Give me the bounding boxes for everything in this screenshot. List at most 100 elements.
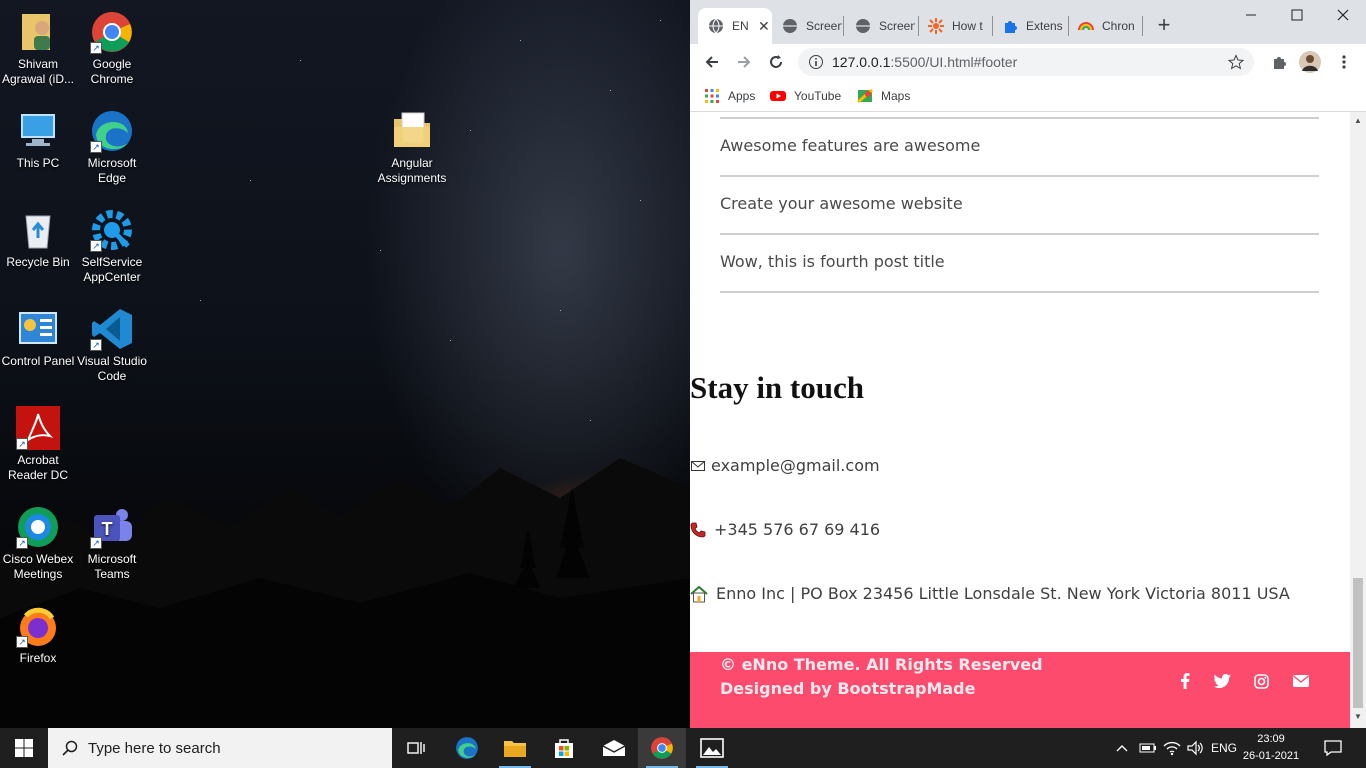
puzzle-icon xyxy=(1274,57,1286,69)
task-view-button[interactable] xyxy=(392,728,440,768)
taskbar-edge[interactable] xyxy=(443,728,491,768)
phone-icon xyxy=(690,522,706,538)
bookmark-maps[interactable]: Maps xyxy=(857,85,910,107)
desktop-icon-acrobat[interactable]: ↗ Acrobat Reader DC xyxy=(0,406,76,483)
desktop-icon-this-pc[interactable]: This PC xyxy=(0,109,76,171)
twitter-icon[interactable] xyxy=(1211,670,1233,692)
arrow-right-icon xyxy=(738,56,751,68)
shortcut-arrow-icon: ↗ xyxy=(90,141,102,153)
mail-icon xyxy=(602,740,626,756)
scrollbar-thumb[interactable] xyxy=(1353,578,1363,708)
desktop-icon-selfservice[interactable]: ↗ SelfService AppCenter xyxy=(74,208,150,285)
desktop-icon-angular-assignments[interactable]: Angular Assignments xyxy=(374,109,450,186)
shortcut-arrow-icon: ↗ xyxy=(90,339,102,351)
contact-phone[interactable]: +345 576 67 69 416 xyxy=(690,520,880,539)
computer-icon xyxy=(16,109,60,153)
tab-chrome[interactable]: Chron xyxy=(1068,8,1142,44)
desktop-icon-teams[interactable]: T ↗ Microsoft Teams xyxy=(74,505,150,582)
contact-email-text: example@gmail.com xyxy=(711,456,880,475)
bookmark-apps[interactable]: Apps xyxy=(704,85,755,107)
new-tab-plus-icon[interactable]: + xyxy=(1152,14,1176,38)
url-path: :5500/UI.html#footer xyxy=(890,54,1018,70)
kebab-menu-icon xyxy=(1342,55,1346,69)
speaker-icon xyxy=(1187,740,1203,756)
tab-label: How t xyxy=(952,19,983,33)
clock-time: 23:09 xyxy=(1257,733,1285,745)
bookmarks-bar: Apps YouTube Maps xyxy=(690,80,1366,112)
scroll-down-arrow-icon[interactable]: ▼ xyxy=(1354,712,1362,721)
envelope-icon[interactable] xyxy=(1290,670,1312,692)
facebook-icon[interactable] xyxy=(1174,670,1196,692)
desktop-icon-recycle-bin[interactable]: Recycle Bin xyxy=(0,208,76,270)
chrome-menu-button[interactable] xyxy=(1330,48,1358,76)
instagram-icon[interactable] xyxy=(1250,670,1272,692)
desktop-icon-firefox[interactable]: ↗ Firefox xyxy=(0,604,76,666)
maximize-button[interactable] xyxy=(1274,0,1320,30)
clock-date: 26-01-2021 xyxy=(1242,750,1300,762)
taskbar-photos[interactable] xyxy=(688,728,736,768)
taskbar-search-box[interactable]: Type here to search xyxy=(48,728,392,768)
contact-email[interactable]: example@gmail.com xyxy=(690,456,880,475)
battery-button[interactable] xyxy=(1136,728,1160,768)
desktop-icon-label: Control Panel xyxy=(1,354,75,368)
start-button[interactable] xyxy=(0,728,48,768)
tab-how-to[interactable]: How t xyxy=(918,8,990,44)
wifi-icon xyxy=(1163,741,1181,756)
footer-credit[interactable]: Designed by BootstrapMade xyxy=(720,679,975,698)
contact-phone-text: +345 576 67 69 416 xyxy=(714,520,881,539)
reload-button[interactable] xyxy=(762,48,790,76)
tab-extensions[interactable]: Extens xyxy=(992,8,1066,44)
desktop-icon-label: Microsoft Teams xyxy=(87,552,137,581)
action-center-button[interactable] xyxy=(1318,728,1348,768)
post-link[interactable]: Create your awesome website xyxy=(720,194,963,213)
url-host: 127.0.0.1 xyxy=(832,54,891,70)
desktop-icon-google-chrome[interactable]: ↗ Google Chrome xyxy=(74,10,150,87)
sun-icon xyxy=(928,18,944,34)
post-link[interactable]: Awesome features are awesome xyxy=(720,136,980,155)
volume-button[interactable] xyxy=(1184,728,1208,768)
desktop-icon-user-folder[interactable]: Shivam Agrawal (iD... xyxy=(0,10,76,87)
desktop-icon-vscode[interactable]: ↗ Visual Studio Code xyxy=(74,307,150,384)
search-placeholder: Type here to search xyxy=(88,739,221,757)
scroll-up-arrow-icon[interactable]: ▲ xyxy=(1354,116,1362,125)
folder-icon xyxy=(504,741,526,757)
puzzle-icon xyxy=(1005,21,1017,33)
minimize-icon xyxy=(1246,14,1256,16)
tab-enno[interactable]: EN ✕ xyxy=(698,8,772,44)
close-window-button[interactable] xyxy=(1320,0,1366,30)
taskbar-clock[interactable]: 23:09 26-01-2021 xyxy=(1240,731,1302,765)
desktop-icon-webex[interactable]: ↗ Cisco Webex Meetings xyxy=(0,505,76,582)
network-button[interactable] xyxy=(1160,728,1184,768)
close-tab-icon[interactable]: ✕ xyxy=(758,18,770,35)
tab-label: Extens xyxy=(1026,19,1063,33)
bookmark-youtube[interactable]: YouTube xyxy=(770,85,841,107)
desktop: Shivam Agrawal (iD... This PC Recycle Bi… xyxy=(0,0,690,728)
bookmark-star-icon[interactable] xyxy=(1228,54,1244,70)
desktop-icon-edge[interactable]: ↗ Microsoft Edge xyxy=(74,109,150,186)
desktop-icon-label: Cisco Webex Meetings xyxy=(2,552,74,581)
browser-toolbar: 127.0.0.1:5500/UI.html#footer xyxy=(690,44,1366,80)
input-language[interactable]: ENG xyxy=(1208,728,1240,768)
desktop-icon-label: Acrobat Reader DC xyxy=(7,453,69,482)
taskbar-mail[interactable] xyxy=(590,728,638,768)
tab-strip: EN ✕ Screen Screen How t Extens Chron + xyxy=(690,0,1366,44)
extensions-button[interactable] xyxy=(1266,48,1294,76)
taskbar-store[interactable] xyxy=(540,728,588,768)
taskbar: Type here to search ENG 23:09 26-01-2021 xyxy=(0,728,1366,768)
show-hidden-icons-button[interactable] xyxy=(1112,728,1132,768)
back-button[interactable] xyxy=(698,48,726,76)
tab-screen-1[interactable]: Screen xyxy=(772,8,842,44)
taskbar-file-explorer[interactable] xyxy=(491,728,539,768)
minimize-button[interactable] xyxy=(1228,0,1274,30)
desktop-icon-control-panel[interactable]: Control Panel xyxy=(0,307,76,369)
forward-button[interactable] xyxy=(730,48,758,76)
shortcut-arrow-icon: ↗ xyxy=(16,636,28,648)
taskbar-chrome[interactable] xyxy=(638,728,686,768)
tab-label: Screen xyxy=(879,19,915,33)
task-view-icon xyxy=(407,742,425,754)
page-scrollbar[interactable]: ▲ ▼ xyxy=(1350,112,1366,728)
profile-avatar[interactable] xyxy=(1296,48,1324,76)
address-bar[interactable]: 127.0.0.1:5500/UI.html#footer xyxy=(798,48,1254,76)
post-link[interactable]: Wow, this is fourth post title xyxy=(720,252,945,271)
tab-screen-2[interactable]: Screen xyxy=(845,8,915,44)
